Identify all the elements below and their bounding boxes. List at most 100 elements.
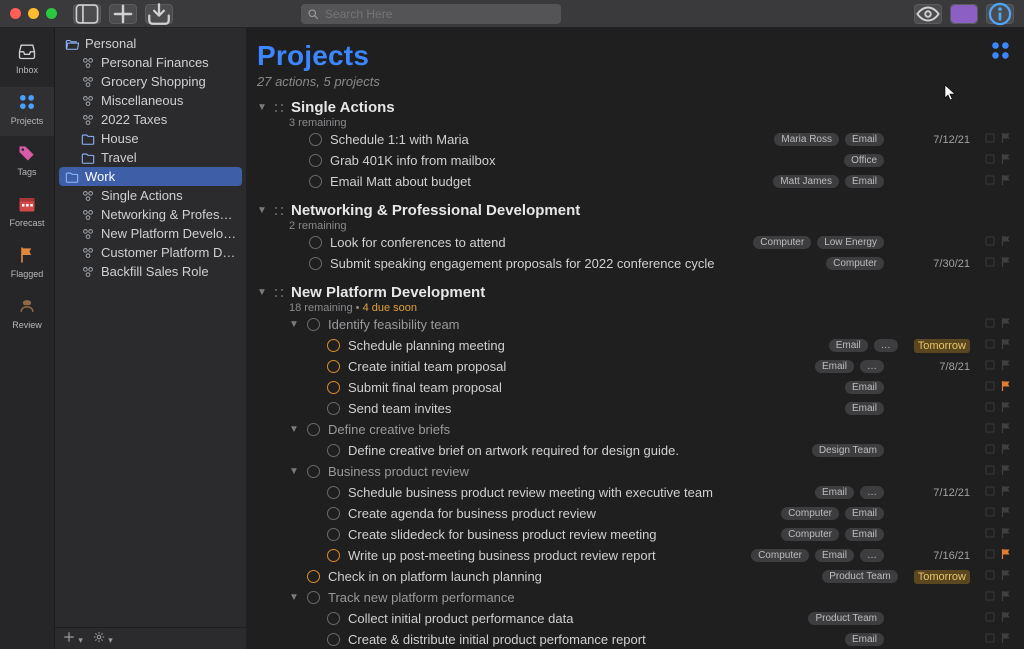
- flag-icon[interactable]: [1000, 153, 1012, 168]
- section-header[interactable]: ▼ New Platform Development: [257, 284, 1012, 301]
- task-row[interactable]: Create agenda for business product revie…: [257, 503, 1012, 524]
- tree-item[interactable]: Customer Platform Develop...: [59, 243, 242, 262]
- flag-icon[interactable]: [1000, 506, 1012, 521]
- task-row[interactable]: Schedule business product review meeting…: [257, 482, 1012, 503]
- disclosure-triangle-icon[interactable]: ▼: [257, 102, 267, 113]
- tree-item[interactable]: New Platform Development: [59, 224, 242, 243]
- tree-item[interactable]: 2022 Taxes: [59, 110, 242, 129]
- flag-icon[interactable]: [1000, 548, 1012, 563]
- task-row[interactable]: Email Matt about budgetMatt JamesEmail: [257, 171, 1012, 192]
- flag-icon[interactable]: [1000, 443, 1012, 458]
- task-row[interactable]: Look for conferences to attendComputerLo…: [257, 232, 1012, 253]
- flag-icon[interactable]: [1000, 569, 1012, 584]
- tree-item[interactable]: Backfill Sales Role: [59, 262, 242, 281]
- rail-projects[interactable]: Projects: [0, 87, 54, 136]
- tag-pill[interactable]: Email: [815, 549, 854, 562]
- tag-pill[interactable]: Email: [845, 175, 884, 188]
- flag-icon[interactable]: [1000, 590, 1012, 605]
- tree-item[interactable]: Miscellaneous: [59, 91, 242, 110]
- task-status-circle[interactable]: [309, 175, 322, 188]
- tag-pill[interactable]: …: [874, 339, 898, 352]
- flag-icon[interactable]: [1000, 464, 1012, 479]
- inspector-button[interactable]: [986, 4, 1014, 24]
- tag-pill[interactable]: Product Team: [822, 570, 898, 583]
- add-button[interactable]: ▾: [63, 631, 83, 646]
- tree-item[interactable]: Work: [59, 167, 242, 186]
- task-row[interactable]: Grab 401K info from mailboxOffice: [257, 150, 1012, 171]
- disclosure-triangle-icon[interactable]: ▼: [289, 319, 299, 330]
- task-status-circle[interactable]: [309, 236, 322, 249]
- search-field[interactable]: [301, 4, 561, 24]
- tag-pill[interactable]: Computer: [826, 257, 884, 270]
- tree-item[interactable]: Personal Finances: [59, 53, 242, 72]
- task-row[interactable]: Submit speaking engagement proposals for…: [257, 253, 1012, 274]
- tag-pill[interactable]: Office: [844, 154, 884, 167]
- task-status-circle[interactable]: [327, 507, 340, 520]
- flag-icon[interactable]: [1000, 338, 1012, 353]
- tag-pill[interactable]: Computer: [781, 507, 839, 520]
- task-row[interactable]: Schedule planning meetingEmail…Tomorrow: [257, 335, 1012, 356]
- task-status-circle[interactable]: [307, 465, 320, 478]
- toggle-sidebar-button[interactable]: [73, 4, 101, 24]
- tag-pill[interactable]: Email: [829, 339, 868, 352]
- flag-icon[interactable]: [1000, 256, 1012, 271]
- disclosure-triangle-icon[interactable]: ▼: [257, 205, 267, 216]
- task-row[interactable]: Submit final team proposalEmail: [257, 377, 1012, 398]
- settings-button[interactable]: ▾: [93, 631, 113, 646]
- task-row[interactable]: Create & distribute initial product perf…: [257, 629, 1012, 649]
- task-status-circle[interactable]: [327, 528, 340, 541]
- tag-pill[interactable]: Email: [845, 402, 884, 415]
- task-row[interactable]: Write up post-meeting business product r…: [257, 545, 1012, 566]
- tag-pill[interactable]: Product Team: [808, 612, 884, 625]
- tag-pill[interactable]: Design Team: [812, 444, 884, 457]
- task-row[interactable]: Send team invitesEmail: [257, 398, 1012, 419]
- task-status-circle[interactable]: [327, 612, 340, 625]
- tag-pill[interactable]: …: [860, 486, 884, 499]
- tag-pill[interactable]: …: [860, 549, 884, 562]
- new-item-button[interactable]: [109, 4, 137, 24]
- task-row[interactable]: ▼Define creative briefs: [257, 419, 1012, 440]
- tag-pill[interactable]: Email: [815, 360, 854, 373]
- flag-icon[interactable]: [1000, 132, 1012, 147]
- disclosure-triangle-icon[interactable]: ▼: [257, 287, 267, 298]
- task-status-circle[interactable]: [327, 486, 340, 499]
- tree-item[interactable]: Single Actions: [59, 186, 242, 205]
- tag-pill[interactable]: Email: [845, 507, 884, 520]
- flag-icon[interactable]: [1000, 317, 1012, 332]
- view-toggle-button[interactable]: [914, 4, 942, 24]
- task-status-circle[interactable]: [327, 381, 340, 394]
- flag-icon[interactable]: [1000, 611, 1012, 626]
- task-row[interactable]: ▼Track new platform performance: [257, 587, 1012, 608]
- flag-icon[interactable]: [1000, 401, 1012, 416]
- task-row[interactable]: Schedule 1:1 with MariaMaria RossEmail7/…: [257, 129, 1012, 150]
- task-status-circle[interactable]: [309, 257, 322, 270]
- task-status-circle[interactable]: [327, 360, 340, 373]
- task-row[interactable]: ▼Identify feasibility team: [257, 314, 1012, 335]
- rail-inbox[interactable]: Inbox: [0, 36, 54, 85]
- quick-entry-button[interactable]: [145, 4, 173, 24]
- task-row[interactable]: Collect initial product performance data…: [257, 608, 1012, 629]
- flag-icon[interactable]: [1000, 632, 1012, 647]
- tree-item[interactable]: Networking & Professional...: [59, 205, 242, 224]
- disclosure-triangle-icon[interactable]: ▼: [289, 424, 299, 435]
- zoom-window-button[interactable]: [46, 8, 57, 19]
- tag-pill[interactable]: Email: [845, 528, 884, 541]
- task-status-circle[interactable]: [307, 591, 320, 604]
- tag-pill[interactable]: Email: [845, 633, 884, 646]
- tag-pill[interactable]: Matt James: [773, 175, 839, 188]
- flag-icon[interactable]: [1000, 422, 1012, 437]
- flag-icon[interactable]: [1000, 174, 1012, 189]
- task-row[interactable]: Define creative brief on artwork require…: [257, 440, 1012, 461]
- task-status-circle[interactable]: [307, 318, 320, 331]
- tag-pill[interactable]: Maria Ross: [774, 133, 839, 146]
- task-status-circle[interactable]: [309, 154, 322, 167]
- flag-icon[interactable]: [1000, 359, 1012, 374]
- tag-pill[interactable]: Computer: [753, 236, 811, 249]
- task-status-circle[interactable]: [309, 133, 322, 146]
- disclosure-triangle-icon[interactable]: ▼: [289, 592, 299, 603]
- task-row[interactable]: Check in on platform launch planningProd…: [257, 566, 1012, 587]
- tree-item[interactable]: Travel: [59, 148, 242, 167]
- disclosure-triangle-icon[interactable]: ▼: [289, 466, 299, 477]
- flag-icon[interactable]: [1000, 380, 1012, 395]
- tree-item[interactable]: Personal: [59, 34, 242, 53]
